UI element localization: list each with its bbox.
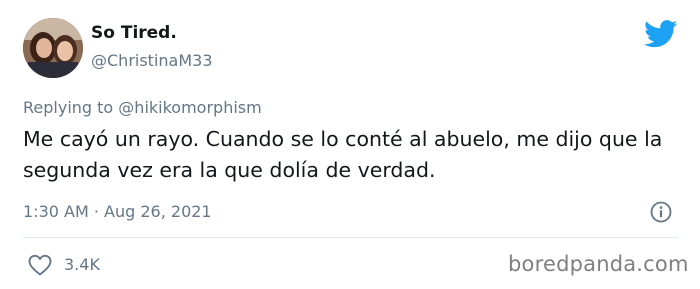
- divider: [23, 237, 678, 238]
- replying-to-mention[interactable]: @hikikomorphism: [118, 98, 261, 117]
- heart-icon[interactable]: [27, 253, 53, 277]
- replying-prefix: Replying to: [23, 98, 114, 117]
- replying-to-line: Replying to @hikikomorphism: [23, 98, 262, 117]
- info-icon[interactable]: [650, 201, 672, 223]
- twitter-bird-icon[interactable]: [644, 20, 678, 48]
- tweet-text: Me cayó un rayo. Cuando se lo conté al a…: [23, 127, 663, 182]
- watermark: boredpanda.com: [508, 252, 689, 276]
- tweet-timestamp[interactable]: 1:30 AM · Aug 26, 2021: [23, 202, 212, 221]
- display-name[interactable]: So Tired.: [91, 23, 177, 43]
- avatar[interactable]: [23, 18, 83, 78]
- user-handle[interactable]: @ChristinaM33: [91, 51, 213, 70]
- like-count[interactable]: 3.4K: [64, 255, 100, 274]
